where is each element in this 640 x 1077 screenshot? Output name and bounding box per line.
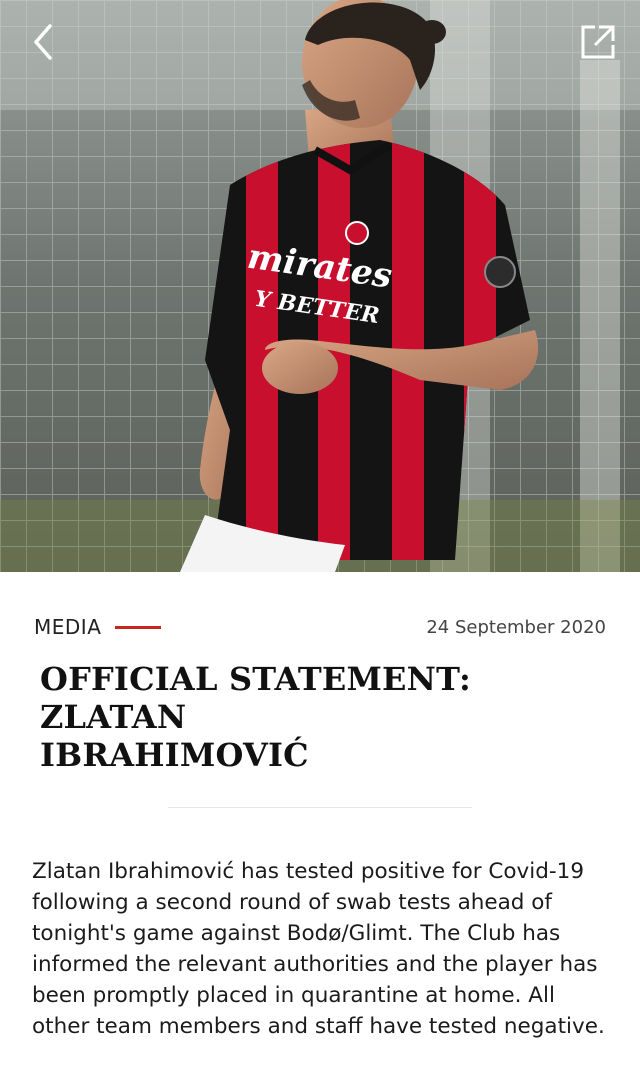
article-body: Zlatan Ibrahimović has tested positive f… [32,859,605,1039]
category-accent-rule [115,625,162,629]
category-label: MEDIA [34,615,102,639]
article-title-line2: IBRAHIMOVIĆ [40,736,309,774]
player-photo: mirates Y BETTER [0,0,640,572]
article-title: OFFICIAL STATEMENT: ZLATAN IBRAHIMOVIĆ [40,660,600,774]
hero-image: mirates Y BETTER [0,0,640,572]
open-external-button[interactable] [578,22,618,62]
publish-date: 24 September 2020 [426,616,606,638]
category-tag[interactable]: MEDIA [34,615,162,639]
section-divider [168,807,472,808]
back-button[interactable] [22,22,62,62]
article-title-line1: OFFICIAL STATEMENT: ZLATAN [40,660,471,736]
external-link-icon [581,25,615,59]
chevron-left-icon [34,24,52,60]
article-meta: MEDIA 24 September 2020 [34,612,606,642]
